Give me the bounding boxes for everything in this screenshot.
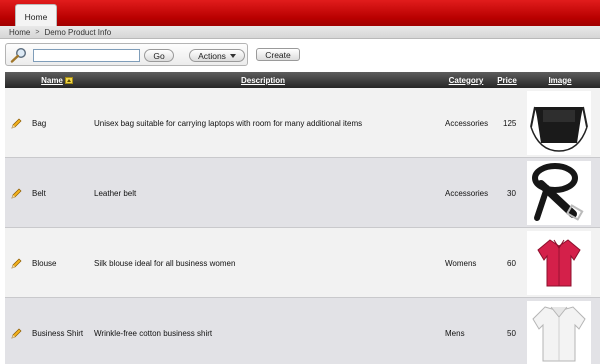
column-header-description[interactable]: Description (235, 72, 291, 88)
cell-category: Accessories (445, 188, 489, 198)
column-header-name[interactable]: Name (39, 72, 75, 88)
sort-ascending-icon[interactable] (64, 76, 73, 84)
cell-price: 50 (507, 328, 516, 338)
search-icon (10, 47, 27, 63)
breadcrumb: Home > Demo Product Info (0, 26, 600, 39)
breadcrumb-current: Demo Product Info (44, 27, 112, 37)
cell-name: Belt (32, 188, 46, 198)
chevron-down-icon (229, 53, 236, 58)
cell-name: Bag (32, 118, 47, 128)
search-input[interactable] (33, 49, 140, 62)
shirt-image (527, 301, 591, 364)
bag-icon (530, 106, 588, 152)
breadcrumb-separator-icon: > (35, 28, 40, 36)
cell-price: 125 (503, 118, 517, 128)
cell-description: Leather belt (94, 188, 137, 198)
table-row: Bag Unisex bag suitable for carrying lap… (5, 88, 600, 158)
cell-category: Womens (445, 258, 477, 268)
edit-pencil-icon[interactable] (11, 188, 22, 199)
table-row: Blouse Silk blouse ideal for all busines… (5, 228, 600, 298)
top-tab-bar: Home (0, 0, 600, 28)
blouse-icon (537, 239, 581, 287)
column-header-category[interactable]: Category (447, 72, 485, 88)
report-table-header: Name Description Category Price Image (5, 72, 600, 88)
edit-pencil-icon[interactable] (11, 118, 22, 129)
cell-name: Blouse (32, 258, 57, 268)
search-region: Go Actions (5, 43, 248, 66)
create-button[interactable]: Create (256, 48, 300, 61)
actions-label: Actions (198, 50, 226, 61)
go-button[interactable]: Go (144, 49, 174, 62)
cell-price: 60 (507, 258, 516, 268)
cell-description: Wrinkle-free cotton business shirt (94, 328, 213, 338)
column-header-image[interactable]: Image (545, 72, 575, 88)
table-row: Business Shirt Wrinkle-free cotton busin… (5, 298, 600, 364)
cell-price: 30 (507, 188, 516, 198)
column-header-price[interactable]: Price (494, 72, 520, 88)
belt-image (527, 161, 591, 225)
cell-category: Accessories (445, 118, 489, 128)
breadcrumb-home[interactable]: Home (9, 28, 30, 37)
cell-name: Business Shirt (32, 328, 84, 338)
belt-icon (532, 163, 584, 221)
cell-description: Silk blouse ideal for all business women (94, 258, 236, 268)
tab-home[interactable]: Home (15, 4, 57, 28)
edit-pencil-icon[interactable] (11, 258, 22, 269)
edit-pencil-icon[interactable] (11, 328, 22, 339)
cell-description: Unisex bag suitable for carrying laptops… (94, 118, 363, 128)
table-row: Belt Leather belt Accessories 30 (5, 158, 600, 228)
shirt-icon (532, 306, 586, 362)
column-header-name-label: Name (41, 75, 63, 85)
blouse-image (527, 231, 591, 295)
cell-category: Mens (445, 328, 465, 338)
actions-menu-button[interactable]: Actions (189, 49, 245, 62)
bag-image (527, 91, 591, 155)
